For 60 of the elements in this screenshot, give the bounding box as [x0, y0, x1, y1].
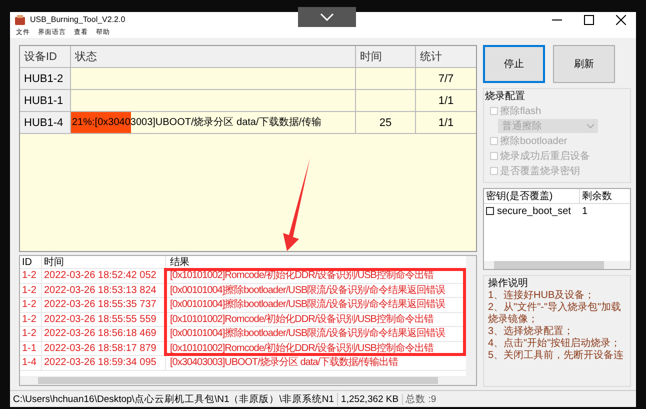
log-id-cell: 1-1 [20, 342, 42, 355]
log-time-cell: 2022-03-26 18:55:35 737 [42, 298, 166, 312]
device-id-cell: HUB1-2 [20, 68, 71, 89]
column-header[interactable]: 结果 [166, 256, 466, 268]
log-id-cell: 1-2 [20, 298, 42, 312]
chevron-down-icon [320, 13, 334, 21]
device-id-cell: HUB1-1 [20, 90, 71, 111]
count-cell-text: 7/7 [437, 72, 455, 86]
log-result-cell-text: [0x00101004]擦除bootloader/USB限流/设备识别/命令结果返回错误 [169, 284, 446, 297]
log-id-cell: 1-2 [20, 312, 42, 326]
instruction-line: 4、点击"开始"按钮启动烧录； [488, 338, 622, 350]
instruction-line: 5、关闭工具前，先断开设备连 [488, 350, 625, 362]
log-id-cell: 1-2 [20, 269, 42, 282]
column-header[interactable]: 统计 [416, 46, 476, 67]
column-header[interactable]: ID [20, 256, 42, 268]
log-result-cell-text: [0x00101004]擦除bootloader/USB限流/设备识别/命令结果返回错误 [169, 298, 446, 312]
log-result-cell-text: [0x10101002]Romcode/初始化DDR/设备识别/USB控制命令出错 [169, 312, 435, 326]
group-title: 操作说明 [488, 277, 529, 290]
time-cell: 25 [356, 112, 416, 133]
vertical-scrollbar[interactable] [466, 256, 476, 385]
log-time-cell: 2022-03-26 18:56:18 469 [42, 327, 166, 340]
caret-icon [587, 124, 594, 128]
maximize-icon[interactable] [584, 14, 594, 24]
instruction-line: 3、选择烧录配置； [488, 326, 575, 338]
column-header[interactable]: 设备ID [20, 46, 71, 67]
horizontal-scrollbar[interactable] [484, 261, 630, 269]
device-id-cell: HUB1-4 [20, 112, 71, 133]
log-time-cell: 2022-03-26 18:55:55 559 [42, 312, 166, 326]
instruction-line: 1、连接好HUB及设备； [488, 290, 596, 302]
log-result-cell-text: [0x10101002]Romcode/初始化DDR/设备识别/USB控制命令出错 [169, 342, 435, 355]
total-count: 总数 :9 [404, 392, 438, 406]
log-id-cell: 1-2 [20, 284, 42, 297]
action-button[interactable]: 刷新 [553, 45, 615, 83]
log-id-cell: 1-4 [20, 356, 42, 370]
log-result-cell-text: [0x00101004]擦除bootloader/USB限流/设备识别/命令结果返回错误 [169, 327, 446, 340]
log-result-cell-text: [0x30403003]UBOOT/烧录分区 data/下载数据/传输出错 [169, 356, 400, 370]
log-time-cell: 2022-03-26 18:52:42 052 [42, 269, 166, 282]
column-header[interactable]: 状态 [71, 46, 356, 67]
action-button[interactable]: 停止 [483, 45, 545, 83]
instruction-line: 2、从"文件"-"导入烧录包"加载烧录镜像； [488, 302, 622, 326]
file-size: 1,252,362 KB [338, 394, 403, 404]
remaining-count: 1 [581, 206, 588, 216]
app-icon [14, 14, 26, 26]
collapse-tab[interactable] [298, 7, 356, 27]
log-time-cell: 2022-03-26 18:53:13 824 [42, 284, 166, 297]
window-title: USB_Burning_Tool_V2.2.0 [30, 15, 126, 24]
horizontal-scrollbar[interactable] [20, 376, 466, 385]
column-header[interactable]: 时间 [356, 46, 416, 67]
file-path: C:\Users\hchuan16\Desktop\点心云刷机工具包\N1（非原版）\非原系统N1 [10, 392, 338, 406]
column-header[interactable]: 剩余数 [580, 189, 612, 203]
key-item[interactable]: secure_boot_set [484, 206, 580, 216]
log-id-cell: 1-2 [20, 327, 42, 340]
group-title: 烧录配置 [485, 90, 526, 103]
close-icon[interactable] [616, 14, 626, 24]
count-cell-text: 1/1 [437, 116, 455, 130]
count-cell-text: 1/1 [437, 94, 455, 108]
log-time-cell: 2022-03-26 18:58:17 879 [42, 342, 166, 355]
log-time-cell: 2022-03-26 18:59:34 095 [42, 356, 166, 370]
column-header[interactable]: 密钥(是否覆盖) [484, 189, 580, 203]
column-header[interactable]: 时间 [42, 256, 166, 268]
